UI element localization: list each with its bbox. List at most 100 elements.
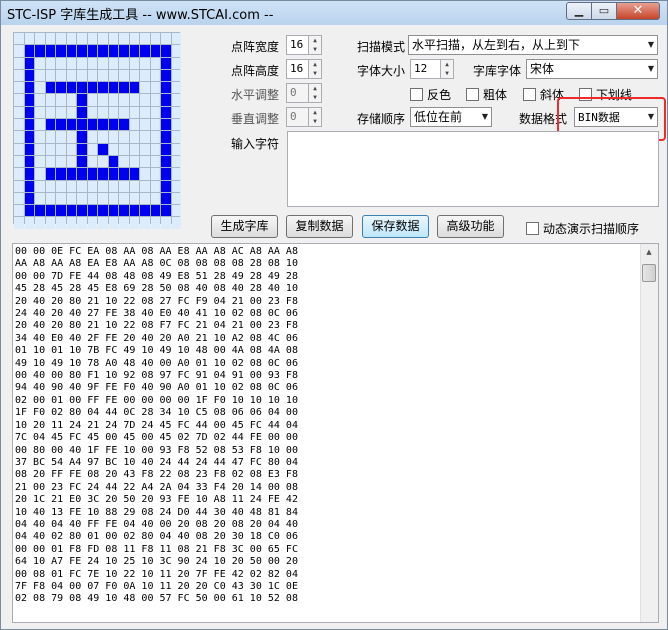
- pixel-cell[interactable]: [129, 119, 139, 131]
- pixel-cell[interactable]: [171, 155, 181, 168]
- pixel-cell[interactable]: [140, 131, 150, 143]
- pixel-cell[interactable]: [140, 82, 150, 94]
- pixel-cell[interactable]: [129, 205, 139, 217]
- pixel-cell[interactable]: [77, 69, 87, 82]
- pixel-cell[interactable]: [66, 82, 76, 94]
- spin-down-icon[interactable]: ▼: [309, 69, 321, 78]
- pixel-cell[interactable]: [98, 205, 108, 217]
- pixel-cell[interactable]: [119, 168, 129, 180]
- pixel-cell[interactable]: [77, 205, 87, 217]
- pixel-cell[interactable]: [150, 180, 160, 192]
- pixel-cell[interactable]: [77, 131, 87, 143]
- spin-down-icon[interactable]: ▼: [309, 93, 321, 102]
- pixel-cell[interactable]: [14, 33, 24, 45]
- pixel-cell[interactable]: [108, 192, 118, 205]
- inverse-checkbox[interactable]: 反色: [410, 86, 451, 102]
- pixel-cell[interactable]: [140, 143, 150, 155]
- title-bar[interactable]: STC-ISP 字库生成工具 -- www.STCAI.com -- ▁ ▭ ✕: [1, 1, 667, 25]
- pixel-cell[interactable]: [87, 119, 97, 131]
- checkbox-box[interactable]: [526, 222, 539, 235]
- v-adjust-spinner[interactable]: 0 ▲ ▼: [286, 107, 322, 127]
- pixel-cell[interactable]: [87, 180, 97, 192]
- pixel-cell[interactable]: [161, 69, 171, 82]
- pixel-cell[interactable]: [108, 82, 118, 94]
- pixel-cell[interactable]: [77, 33, 87, 45]
- pixel-cell[interactable]: [140, 168, 150, 180]
- pixel-cell[interactable]: [56, 168, 66, 180]
- pixel-cell[interactable]: [77, 168, 87, 180]
- pixel-cell[interactable]: [66, 192, 76, 205]
- pixel-cell[interactable]: [87, 205, 97, 217]
- spin-up-icon[interactable]: ▲: [309, 36, 321, 45]
- pixel-cell[interactable]: [77, 217, 87, 229]
- pixel-cell[interactable]: [87, 82, 97, 94]
- pixel-cell[interactable]: [14, 205, 24, 217]
- pixel-cell[interactable]: [129, 45, 139, 57]
- pixel-cell[interactable]: [108, 45, 118, 57]
- pixel-cell[interactable]: [150, 69, 160, 82]
- pixel-cell[interactable]: [108, 180, 118, 192]
- pixel-cell[interactable]: [171, 168, 181, 180]
- pixel-cell[interactable]: [140, 217, 150, 229]
- pixel-cell[interactable]: [45, 94, 55, 106]
- pixel-cell[interactable]: [119, 57, 129, 69]
- glyph-preview-grid[interactable]: [13, 32, 181, 229]
- spin-down-icon[interactable]: ▼: [309, 45, 321, 54]
- pixel-cell[interactable]: [14, 131, 24, 143]
- pixel-cell[interactable]: [171, 131, 181, 143]
- pixel-cell[interactable]: [98, 33, 108, 45]
- pixel-cell[interactable]: [87, 106, 97, 119]
- pixel-cell[interactable]: [150, 119, 160, 131]
- pixel-cell[interactable]: [161, 106, 171, 119]
- pixel-cell[interactable]: [35, 33, 45, 45]
- demo-scan-checkbox[interactable]: 动态演示扫描顺序: [526, 220, 639, 236]
- pixel-cell[interactable]: [140, 106, 150, 119]
- pixel-cell[interactable]: [161, 168, 171, 180]
- pixel-cell[interactable]: [108, 168, 118, 180]
- pixel-cell[interactable]: [45, 168, 55, 180]
- pixel-cell[interactable]: [66, 119, 76, 131]
- pixel-cell[interactable]: [119, 94, 129, 106]
- pixel-cell[interactable]: [171, 205, 181, 217]
- pixel-cell[interactable]: [108, 69, 118, 82]
- spin-up-icon[interactable]: ▲: [441, 60, 453, 69]
- pixel-cell[interactable]: [108, 205, 118, 217]
- pixel-cell[interactable]: [45, 131, 55, 143]
- pixel-cell[interactable]: [77, 106, 87, 119]
- pixel-cell[interactable]: [150, 217, 160, 229]
- h-adjust-spinner[interactable]: 0 ▲ ▼: [286, 83, 322, 103]
- pixel-cell[interactable]: [45, 155, 55, 168]
- pixel-cell[interactable]: [14, 94, 24, 106]
- pixel-cell[interactable]: [24, 131, 34, 143]
- scroll-thumb[interactable]: [642, 264, 656, 282]
- pixel-cell[interactable]: [14, 217, 24, 229]
- pixel-cell[interactable]: [66, 205, 76, 217]
- pixel-cell[interactable]: [98, 69, 108, 82]
- pixel-cell[interactable]: [45, 45, 55, 57]
- storage-order-select[interactable]: 低位在前 ▼: [410, 107, 492, 127]
- minimize-button[interactable]: ▁: [566, 2, 592, 20]
- pixel-cell[interactable]: [87, 45, 97, 57]
- pixel-cell[interactable]: [171, 119, 181, 131]
- pixel-cell[interactable]: [98, 192, 108, 205]
- pixel-cell[interactable]: [108, 33, 118, 45]
- pixel-cell[interactable]: [119, 155, 129, 168]
- pixel-cell[interactable]: [35, 94, 45, 106]
- pixel-cell[interactable]: [77, 57, 87, 69]
- pixel-cell[interactable]: [45, 106, 55, 119]
- pixel-cell[interactable]: [129, 192, 139, 205]
- pixel-cell[interactable]: [161, 119, 171, 131]
- pixel-cell[interactable]: [140, 69, 150, 82]
- pixel-cell[interactable]: [98, 155, 108, 168]
- pixel-cell[interactable]: [56, 57, 66, 69]
- pixel-cell[interactable]: [161, 155, 171, 168]
- pixel-cell[interactable]: [24, 168, 34, 180]
- pixel-cell[interactable]: [129, 180, 139, 192]
- pixel-cell[interactable]: [14, 57, 24, 69]
- pixel-cell[interactable]: [150, 205, 160, 217]
- pixel-cell[interactable]: [140, 94, 150, 106]
- pixel-cell[interactable]: [77, 143, 87, 155]
- pixel-cell[interactable]: [98, 180, 108, 192]
- pixel-cell[interactable]: [108, 94, 118, 106]
- pixel-cell[interactable]: [98, 45, 108, 57]
